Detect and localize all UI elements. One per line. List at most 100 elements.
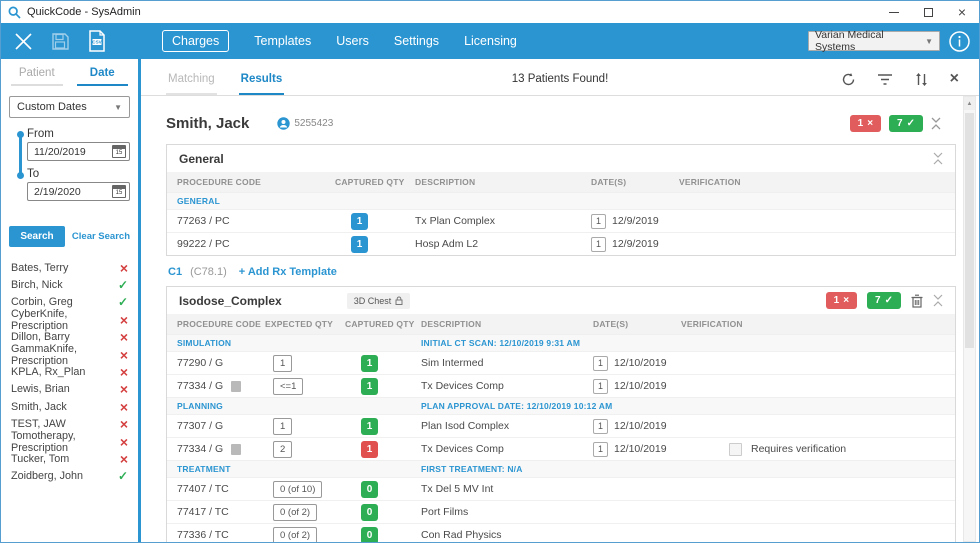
from-date-input[interactable]: 11/20/2019 15: [27, 142, 130, 161]
scrollbar-thumb[interactable]: [965, 113, 974, 348]
patient-list-item[interactable]: Smith, Jack×: [1, 398, 138, 415]
date-value: 12/10/2019: [614, 420, 667, 432]
procedure-code: 77290 / G: [177, 357, 265, 369]
card-title: General: [179, 152, 224, 166]
status-check-icon: ✓: [118, 278, 128, 292]
patient-list-item[interactable]: GammaKnife, Prescription×: [1, 346, 138, 363]
tab-matching[interactable]: Matching: [166, 73, 217, 95]
patient-list-item[interactable]: Birch, Nick✓: [1, 276, 138, 293]
close-icon: ×: [958, 5, 966, 19]
expected-qty-box[interactable]: 2: [273, 441, 292, 458]
expected-qty-box[interactable]: 0 (of 2): [273, 527, 317, 543]
main-panel: Matching Results 13 Patients Found!: [141, 59, 979, 542]
sort-button[interactable]: [914, 72, 929, 87]
export-csv-button[interactable]: CSV: [87, 30, 107, 52]
search-button[interactable]: Search: [9, 226, 65, 247]
status-check-icon: ✓: [118, 469, 128, 483]
date-range-select-value: Custom Dates: [17, 101, 87, 113]
maximize-icon: [924, 8, 933, 17]
captured-qty-badge: 0: [361, 527, 378, 543]
fail-count-badge[interactable]: 1×: [826, 292, 857, 309]
check-icon: ✓: [907, 118, 915, 129]
chevron-down-icon: ▼: [114, 103, 122, 112]
date-range-select[interactable]: Custom Dates ▼: [9, 96, 130, 118]
info-icon[interactable]: [948, 30, 971, 53]
date-qty-box[interactable]: 1: [591, 237, 606, 252]
date-qty-box[interactable]: 1: [593, 419, 608, 434]
patient-summary-right: 1× 7✓: [850, 115, 941, 132]
nav-tab-users[interactable]: Users: [336, 34, 369, 48]
maximize-button[interactable]: [911, 1, 945, 23]
tab-patient[interactable]: Patient: [11, 67, 63, 86]
nav-tab-licensing[interactable]: Licensing: [464, 34, 517, 48]
card-title: Isodose_Complex: [179, 294, 282, 308]
lock-icon: [395, 296, 403, 305]
save-button[interactable]: [51, 32, 70, 51]
description: Tx Plan Complex: [415, 215, 591, 227]
date-qty-box[interactable]: 1: [593, 442, 608, 457]
expected-qty-box[interactable]: 0 (of 10): [273, 481, 322, 498]
filter-button[interactable]: [877, 73, 893, 86]
check-icon: ✓: [885, 295, 893, 306]
procedure-code: 77407 / TC: [177, 483, 265, 495]
date-qty-box[interactable]: 1: [591, 214, 606, 229]
close-button[interactable]: ×: [945, 1, 979, 23]
nav-tab-charges[interactable]: Charges: [162, 30, 229, 52]
date-qty-box[interactable]: 1: [593, 356, 608, 371]
captured-qty-badge: 1: [361, 441, 378, 458]
tab-results[interactable]: Results: [239, 73, 285, 95]
to-date-input[interactable]: 2/19/2020 15: [27, 182, 130, 201]
date-value: 12/10/2019: [614, 443, 667, 455]
table-row: 77417 / TC 0 (of 2) 0 Port Films: [167, 500, 955, 523]
pass-count-badge[interactable]: 7✓: [889, 115, 923, 132]
expected-qty-box[interactable]: 1: [273, 418, 292, 435]
captured-qty-badge: 1: [351, 213, 368, 230]
patient-list-item[interactable]: Lewis, Brian×: [1, 381, 138, 398]
calendar-icon[interactable]: 15: [112, 145, 126, 158]
organization-select[interactable]: Varian Medical Systems ▼: [808, 31, 940, 51]
clear-charges-button[interactable]: [13, 31, 34, 52]
patient-id: 5255423: [294, 118, 333, 129]
close-results-button[interactable]: ×: [950, 71, 959, 87]
minimize-button[interactable]: [877, 1, 911, 23]
expected-qty-box[interactable]: <=1: [273, 378, 303, 395]
patient-list-item[interactable]: Bates, Terry×: [1, 259, 138, 276]
refresh-button[interactable]: [841, 72, 856, 87]
status-x-icon: ×: [120, 364, 128, 380]
table-row: 77307 / G 1 1 Plan Isod Complex 112/10/2…: [167, 414, 955, 437]
x-icon: ×: [867, 118, 873, 129]
scroll-up-arrow-icon[interactable]: ▲: [964, 97, 975, 110]
verification-checkbox[interactable]: [729, 443, 742, 456]
nav-tab-templates[interactable]: Templates: [254, 34, 311, 48]
collapse-icon[interactable]: [933, 294, 943, 307]
tab-date[interactable]: Date: [77, 67, 129, 86]
section-row-planning: PLANNING PLAN APPROVAL DATE: 12/10/2019 …: [167, 397, 955, 414]
add-rx-template-link[interactable]: + Add Rx Template: [239, 266, 337, 278]
patient-list-item[interactable]: Tomotherapy, Prescription×: [1, 433, 138, 450]
clear-search-link[interactable]: Clear Search: [72, 231, 130, 242]
to-label: To: [27, 168, 130, 180]
table-row: 77263 / PC 1 Tx Plan Complex 112/9/2019: [167, 209, 955, 232]
patient-list-item[interactable]: Zoidberg, John✓: [1, 468, 138, 485]
sidebar: Patient Date Custom Dates ▼ From 11/20/2…: [1, 59, 141, 542]
calendar-icon[interactable]: 15: [112, 185, 126, 198]
rx-course-code[interactable]: C1: [168, 266, 182, 278]
expected-qty-box[interactable]: 0 (of 2): [273, 504, 317, 521]
expected-qty-box[interactable]: 1: [273, 355, 292, 372]
patient-list-item[interactable]: CyberKnife, Prescription×: [1, 311, 138, 328]
captured-qty-badge: 0: [361, 481, 378, 498]
date-value: 12/9/2019: [612, 215, 659, 227]
date-range-block: From 11/20/2019 15 To 2/19/2020 15: [17, 128, 130, 208]
date-qty-box[interactable]: 1: [593, 379, 608, 394]
fail-count-badge[interactable]: 1×: [850, 115, 881, 132]
nav-tab-settings[interactable]: Settings: [394, 34, 439, 48]
note-icon: [231, 444, 241, 455]
pass-count-badge[interactable]: 7✓: [867, 292, 901, 309]
app-body: Patient Date Custom Dates ▼ From 11/20/2…: [1, 59, 979, 542]
vertical-scrollbar[interactable]: ▲: [963, 96, 976, 542]
description: Tx Devices Comp: [421, 380, 593, 392]
collapse-icon[interactable]: [931, 117, 941, 130]
trash-icon[interactable]: [911, 294, 923, 308]
captured-qty-badge: 0: [361, 504, 378, 521]
collapse-icon[interactable]: [933, 152, 943, 165]
